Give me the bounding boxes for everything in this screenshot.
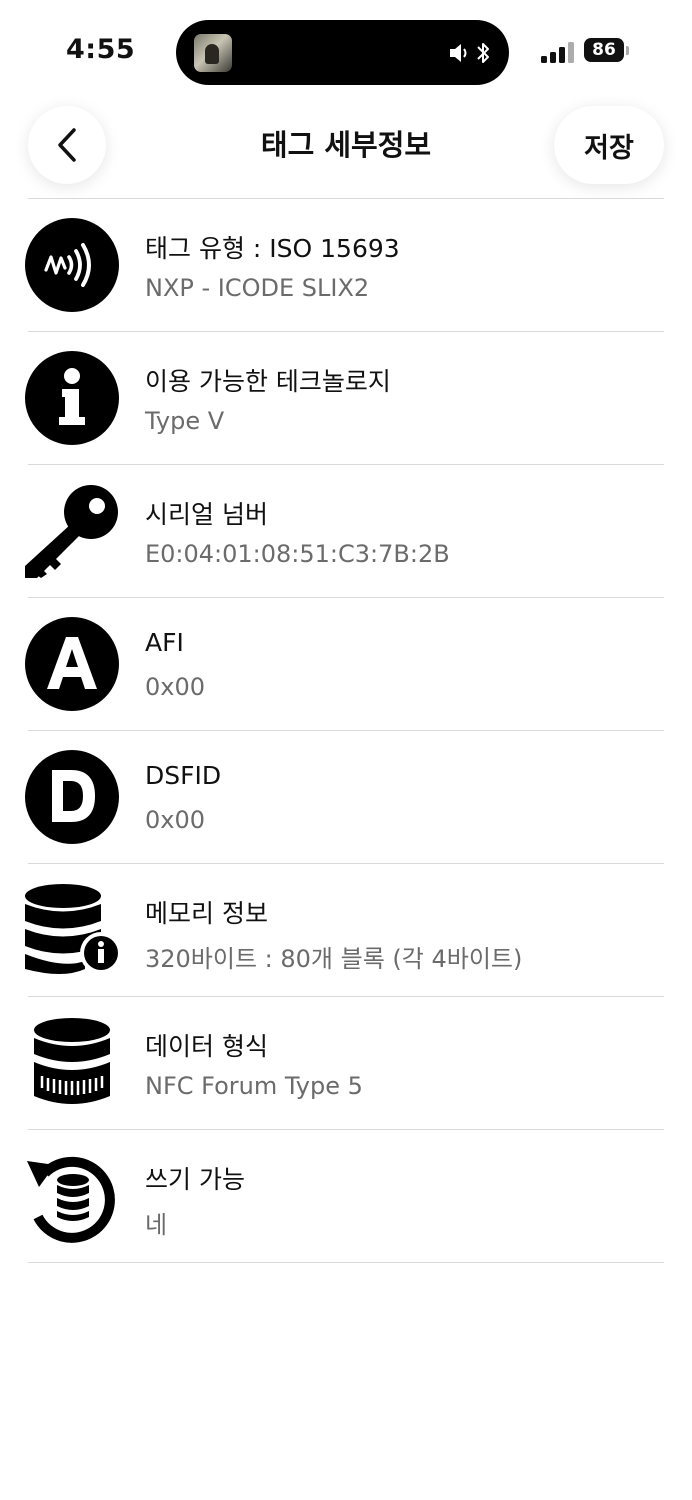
row-value: 320바이트 : 80개 블록 (각 4바이트) [145,945,523,973]
row-title: 메모리 정보 [145,899,268,928]
row-value: 0x00 [145,673,206,701]
row-title: 시리얼 넘버 [145,500,268,529]
battery-indicator: 86 [584,38,624,62]
row-title: DSFID [145,761,222,790]
save-button[interactable]: 저장 [554,106,664,184]
navigation-bar: 태그 세부정보 저장 [0,100,692,198]
list-item-dsfid: DSFID 0x00 [0,731,692,864]
cellular-signal-icon [541,41,575,63]
letter-d-icon [25,750,119,844]
row-value: NFC Forum Type 5 [145,1072,363,1100]
row-title: 데이터 형식 [145,1032,268,1061]
list-item-afi: AFI 0x00 [0,598,692,731]
row-title: 태그 유형 : ISO 15693 [145,234,400,263]
info-icon [25,351,119,445]
row-title: AFI [145,628,184,657]
dynamic-island[interactable] [176,20,509,85]
list-item-serial-number: 시리얼 넘버 E0:04:01:08:51:C3:7B:2B [0,465,692,598]
list-item-writable: 쓰기 가능 네 [0,1130,692,1263]
row-value: 0x00 [145,806,206,834]
row-title: 쓰기 가능 [145,1165,245,1194]
status-bar: 4:55 86 [0,0,692,100]
database-info-icon [25,884,119,974]
bluetooth-icon [477,43,489,63]
row-title: 이용 가능한 테크놀로지 [145,367,391,396]
database-rewrite-icon [27,1156,115,1243]
list-item-memory-info: 메모리 정보 320바이트 : 80개 블록 (각 4바이트) [0,864,692,997]
coin-stack-icon [34,1018,110,1104]
status-time: 4:55 [66,34,136,65]
row-divider [28,1262,664,1263]
tag-info-list: 태그 유형 : ISO 15693 NXP - ICODE SLIX2 이용 가… [0,199,692,1263]
list-item-data-format: 데이터 형식 NFC Forum Type 5 [0,997,692,1130]
letter-a-icon [25,617,119,711]
battery-tip [626,46,629,55]
island-indicators [449,40,491,66]
row-value: Type V [145,407,225,435]
row-value: NXP - ICODE SLIX2 [145,274,370,302]
row-value: 네 [145,1211,168,1239]
row-value: E0:04:01:08:51:C3:7B:2B [145,540,450,568]
nfc-waves-icon [25,218,119,312]
list-item-available-tech: 이용 가능한 테크놀로지 Type V [0,332,692,465]
now-playing-thumbnail[interactable] [194,34,232,72]
list-item-tag-type: 태그 유형 : ISO 15693 NXP - ICODE SLIX2 [0,199,692,332]
speaker-icon [450,44,467,62]
key-icon [25,485,118,578]
